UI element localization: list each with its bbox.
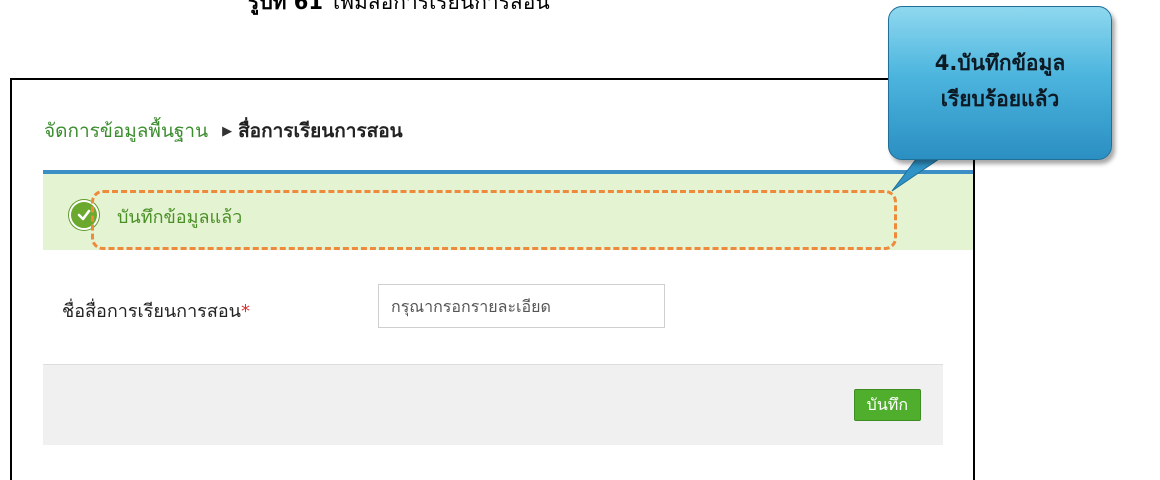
breadcrumb-parent-link[interactable]: จัดการข้อมูลพื้นฐาน (44, 116, 208, 146)
required-mark: * (240, 301, 250, 322)
app-panel: จัดการข้อมูลพื้นฐาน ▶ สื่อการเรียนการสอน… (10, 78, 975, 480)
breadcrumb-separator-icon: ▶ (222, 123, 233, 139)
callout-text: 4.บันทึกข้อมูล เรียบร้อยแล้ว (889, 45, 1111, 117)
breadcrumb: จัดการข้อมูลพื้นฐาน ▶ สื่อการเรียนการสอน (44, 116, 403, 146)
media-name-label: ชื่อสื่อการเรียนการสอน* (62, 296, 250, 325)
callout-bubble: 4.บันทึกข้อมูล เรียบร้อยแล้ว (888, 6, 1112, 160)
highlight-dashed-box (91, 190, 897, 250)
figure-title: เพิ่มสื่อการเรียนการสอน (333, 0, 550, 14)
figure-caption: รูปที่ 61 เพิ่มสื่อการเรียนการสอน (248, 0, 550, 19)
media-name-input[interactable] (378, 284, 665, 328)
page-title: สื่อการเรียนการสอน (238, 120, 403, 142)
form-footer: บันทึก (43, 364, 943, 445)
callout-line-1: 4.บันทึกข้อมูล (934, 51, 1066, 75)
save-button[interactable]: บันทึก (853, 389, 921, 421)
figure-number: รูปที่ 61 (248, 0, 323, 14)
callout-line-2: เรียบร้อยแล้ว (940, 87, 1060, 111)
success-alert: บันทึกข้อมูลแล้ว (43, 170, 973, 250)
media-name-label-text: ชื่อสื่อการเรียนการสอน (62, 301, 241, 322)
